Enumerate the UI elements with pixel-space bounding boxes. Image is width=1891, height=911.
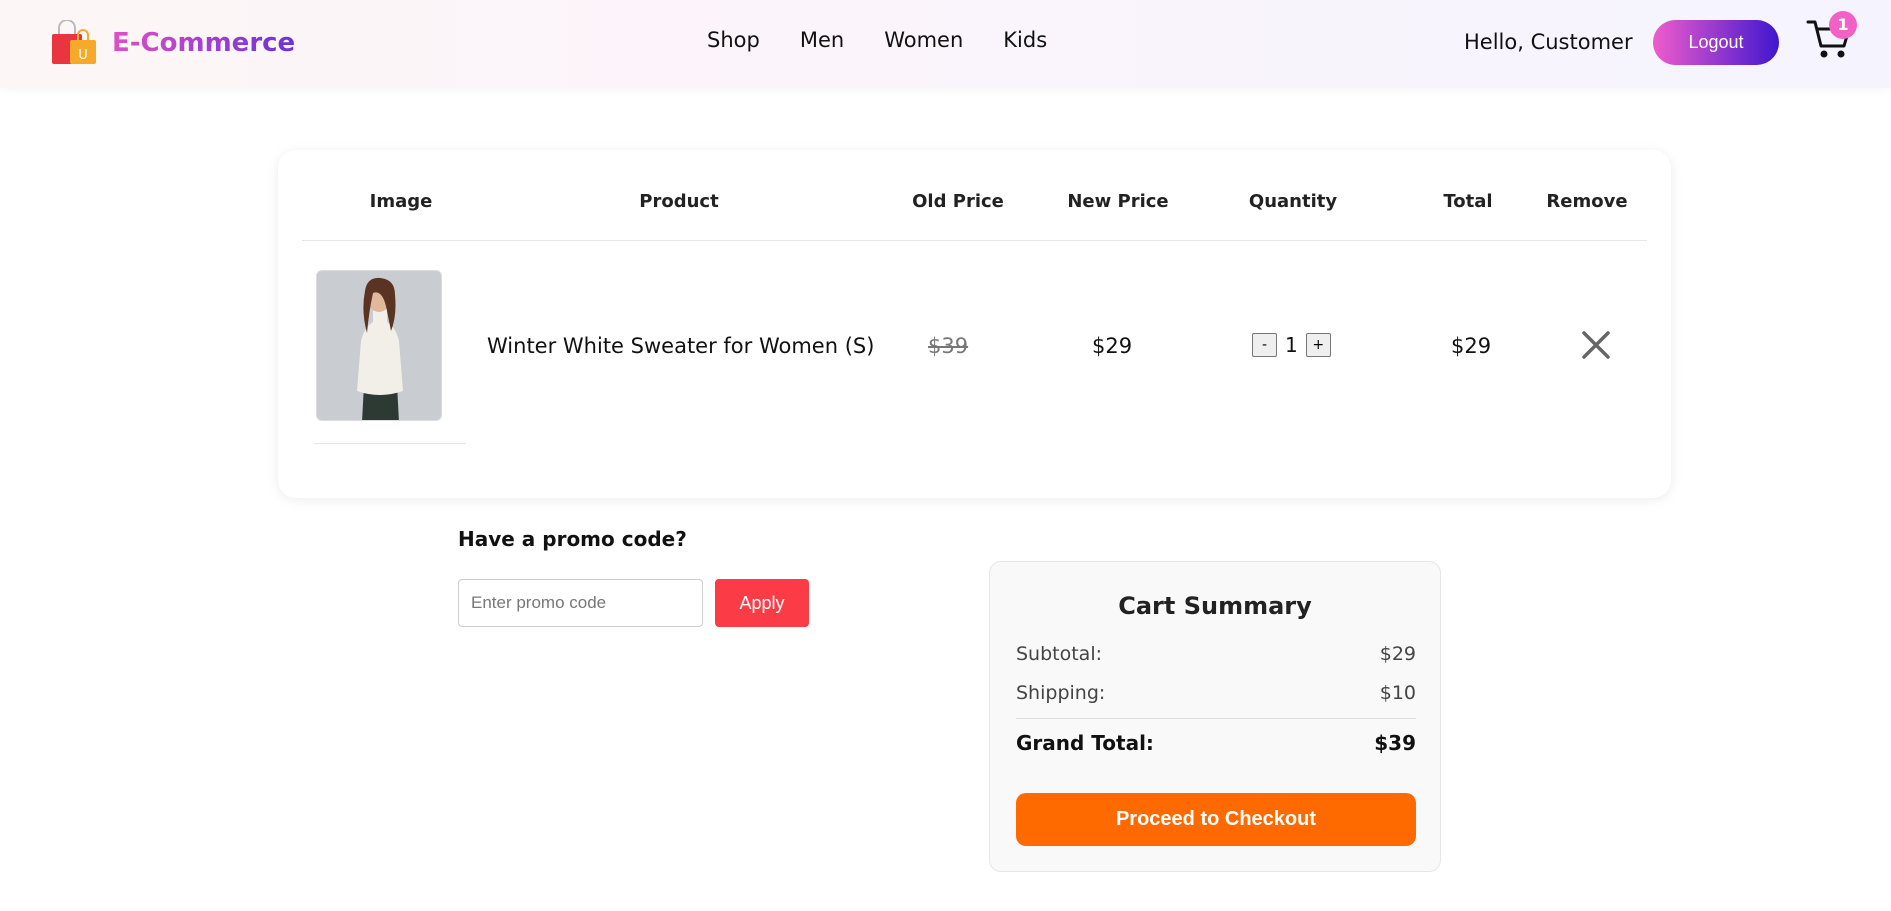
cart-summary: Cart Summary Subtotal: $29 Shipping: $10… [989, 561, 1441, 872]
apply-promo-button[interactable]: Apply [715, 579, 809, 627]
brand-logo[interactable]: U E-Commerce [50, 19, 296, 66]
nav-women[interactable]: Women [884, 28, 963, 52]
grand-total-label: Grand Total: [1016, 731, 1154, 755]
shopping-bag-icon: U [50, 19, 100, 66]
column-header-product: Product [639, 191, 719, 212]
subtotal-label: Subtotal: [1016, 643, 1103, 665]
checkout-button[interactable]: Proceed to Checkout [1016, 793, 1416, 846]
summary-title: Cart Summary [1118, 592, 1312, 620]
decrease-quantity-button[interactable]: - [1252, 333, 1277, 357]
old-price: $39 [928, 334, 969, 358]
header-divider [302, 240, 1647, 241]
product-image [316, 270, 442, 421]
column-header-total: Total [1443, 191, 1493, 212]
grand-total-row: Grand Total: $39 [1016, 731, 1416, 755]
close-icon[interactable] [1580, 329, 1612, 361]
increase-quantity-button[interactable]: + [1305, 333, 1331, 357]
svg-text:U: U [78, 48, 88, 63]
column-header-image: Image [369, 191, 433, 212]
nav-men[interactable]: Men [800, 28, 844, 52]
user-greeting: Hello, Customer [1464, 30, 1633, 54]
main-nav: Shop Men Women Kids [707, 28, 1047, 52]
promo-code-input[interactable] [458, 579, 703, 627]
column-header-new-price: New Price [1067, 191, 1169, 212]
line-total: $29 [1451, 334, 1492, 358]
promo-title: Have a promo code? [458, 527, 687, 551]
new-price: $29 [1092, 334, 1133, 358]
summary-divider [1016, 718, 1416, 719]
column-header-old-price: Old Price [912, 191, 1004, 212]
nav-kids[interactable]: Kids [1003, 28, 1047, 52]
subtotal-value: $29 [1379, 643, 1416, 665]
cart-table: Image Product Old Price New Price Quanti… [278, 150, 1671, 498]
product-name[interactable]: Winter White Sweater for Women (S) [487, 334, 874, 358]
nav-shop[interactable]: Shop [707, 28, 760, 52]
shipping-value: $10 [1379, 682, 1416, 704]
brand-name: E-Commerce [112, 28, 296, 58]
cart-count-badge: 1 [1829, 11, 1857, 39]
row-divider [314, 443, 466, 444]
grand-total-value: $39 [1374, 731, 1416, 755]
quantity-stepper: - 1 + [1252, 333, 1331, 357]
subtotal-row: Subtotal: $29 [1016, 643, 1416, 665]
shipping-row: Shipping: $10 [1016, 682, 1416, 704]
shipping-label: Shipping: [1016, 682, 1106, 704]
top-navbar: U E-Commerce Shop Men Women Kids Hello, … [0, 0, 1891, 88]
column-header-quantity: Quantity [1248, 191, 1338, 212]
column-header-remove: Remove [1546, 191, 1628, 212]
logout-button[interactable]: Logout [1653, 20, 1779, 65]
quantity-value: 1 [1285, 333, 1298, 357]
